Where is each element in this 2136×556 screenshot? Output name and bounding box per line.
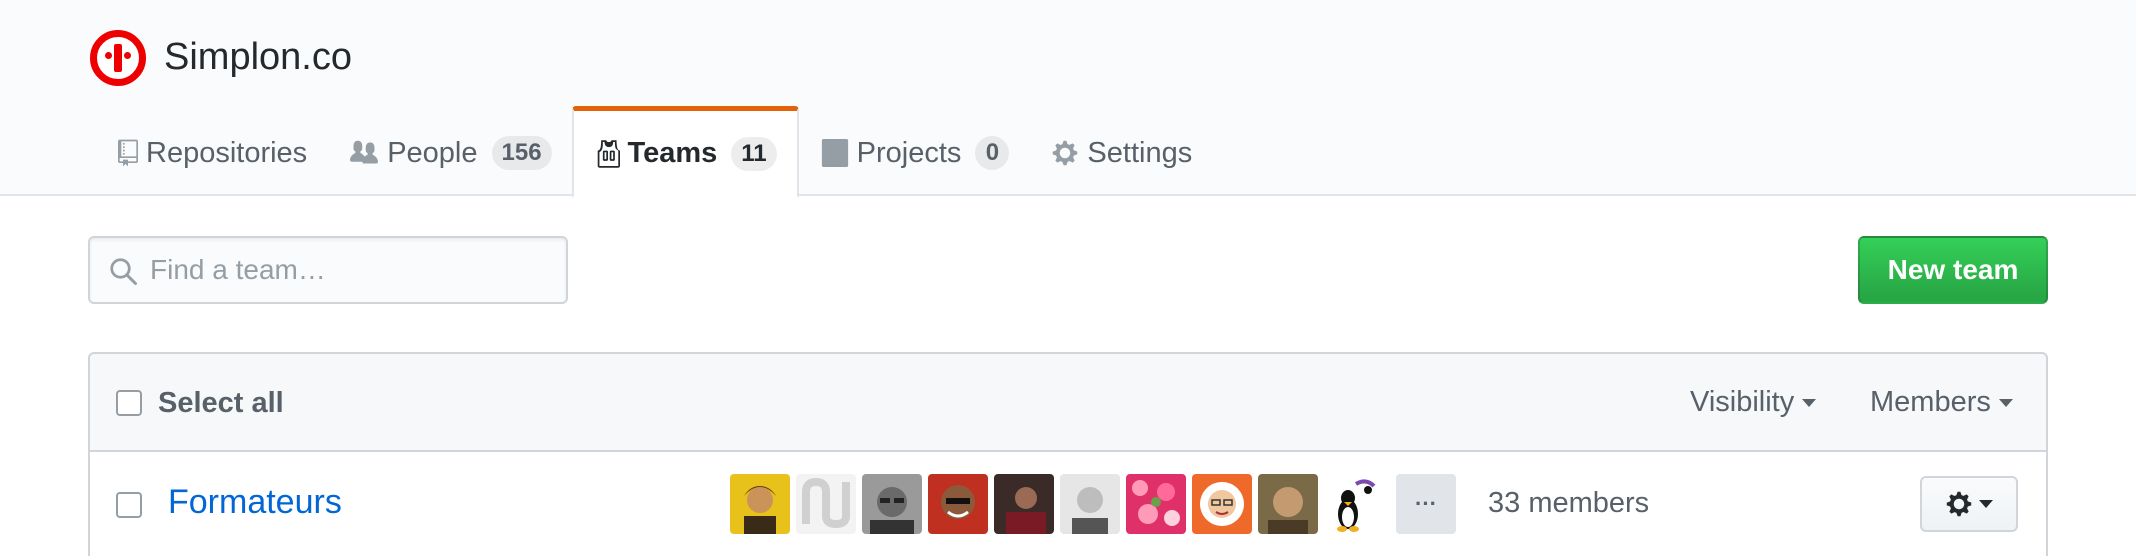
tab-settings[interactable]: Settings bbox=[1029, 108, 1212, 198]
team-settings-button[interactable] bbox=[1920, 476, 2018, 532]
chevron-down-icon bbox=[1998, 398, 2013, 407]
org-header: Simplon.co Repositories People 156 Teams… bbox=[0, 0, 2136, 198]
team-name-link[interactable]: Formateurs bbox=[168, 482, 342, 522]
avatar[interactable] bbox=[928, 474, 988, 534]
visibility-filter-label: Visibility bbox=[1690, 386, 1795, 418]
tab-repositories[interactable]: Repositories bbox=[96, 108, 327, 198]
avatar[interactable] bbox=[1324, 474, 1384, 534]
avatar[interactable] bbox=[1126, 474, 1186, 534]
avatar[interactable] bbox=[1060, 474, 1120, 534]
select-all-label: Select all bbox=[158, 387, 284, 419]
tab-label: People bbox=[387, 136, 478, 169]
chevron-down-icon bbox=[1802, 398, 1817, 407]
members-count[interactable]: 33 members bbox=[1488, 486, 1649, 520]
select-all-checkbox[interactable] bbox=[116, 390, 142, 416]
project-icon bbox=[821, 139, 848, 167]
row-checkbox[interactable] bbox=[116, 492, 142, 518]
simplon-logo-icon[interactable] bbox=[90, 30, 146, 86]
members-filter[interactable]: Members bbox=[1870, 386, 2013, 419]
teams-table-header: Select all Visibility Members bbox=[88, 352, 2048, 452]
people-counter: 156 bbox=[491, 136, 552, 170]
avatar[interactable] bbox=[730, 474, 790, 534]
visibility-filter[interactable]: Visibility bbox=[1690, 386, 1817, 419]
avatar[interactable] bbox=[994, 474, 1054, 534]
projects-counter: 0 bbox=[975, 136, 1010, 170]
gear-icon bbox=[1946, 491, 1972, 517]
chevron-down-icon bbox=[1979, 500, 1993, 508]
org-tabnav: Repositories People 156 Teams 11 Project… bbox=[96, 106, 1212, 198]
org-name[interactable]: Simplon.co bbox=[164, 34, 352, 80]
tab-people[interactable]: People 156 bbox=[327, 108, 571, 198]
members-filter-label: Members bbox=[1870, 386, 1991, 418]
new-team-button[interactable]: New team bbox=[1858, 236, 2048, 304]
jersey-icon bbox=[597, 139, 620, 168]
teams-counter: 11 bbox=[731, 136, 777, 171]
people-icon bbox=[350, 140, 379, 164]
tab-label: Projects bbox=[856, 136, 962, 169]
tab-label: Teams bbox=[627, 137, 718, 169]
search-input[interactable] bbox=[150, 238, 550, 302]
tab-label: Settings bbox=[1087, 136, 1193, 169]
team-search bbox=[88, 236, 568, 304]
more-avatars-button[interactable]: ··· bbox=[1396, 474, 1456, 534]
table-row: Formateurs ··· 33 members bbox=[88, 452, 2048, 556]
avatar[interactable] bbox=[862, 474, 922, 534]
avatar[interactable] bbox=[1192, 474, 1252, 534]
avatar[interactable] bbox=[796, 474, 856, 534]
avatar[interactable] bbox=[1258, 474, 1318, 534]
gear-icon bbox=[1053, 140, 1078, 166]
member-avatars: ··· bbox=[730, 474, 1456, 534]
search-icon bbox=[110, 258, 137, 285]
tab-label: Repositories bbox=[146, 136, 308, 169]
repo-icon bbox=[118, 139, 138, 167]
tab-projects[interactable]: Projects 0 bbox=[799, 108, 1030, 198]
tab-teams[interactable]: Teams 11 bbox=[571, 106, 799, 198]
